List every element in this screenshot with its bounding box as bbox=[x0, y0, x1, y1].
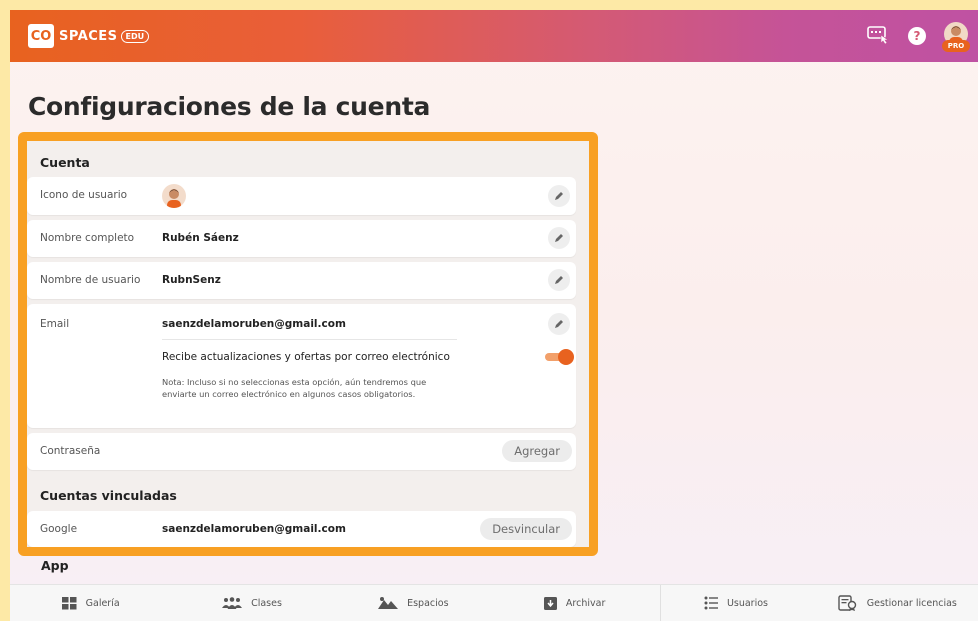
user-icon-row: Icono de usuario bbox=[27, 177, 576, 215]
full-name-label: Nombre completo bbox=[40, 232, 135, 244]
bottom-navigation: Galería Clases Espacios Archivar Usuario… bbox=[10, 584, 978, 621]
app-window: CO SPACES EDU ? PRO Configuraciones de l… bbox=[10, 10, 978, 621]
user-avatar[interactable]: PRO bbox=[942, 22, 970, 54]
manage-licenses-icon bbox=[838, 595, 856, 611]
note-line: enviarte un correo electrónico en alguno… bbox=[162, 389, 416, 399]
nav-manage-licenses-label: Gestionar licencias bbox=[866, 597, 957, 609]
nav-manage-licenses[interactable]: Gestionar licencias bbox=[817, 585, 978, 621]
cospaces-logo[interactable]: CO SPACES EDU bbox=[28, 24, 150, 48]
username-label: Nombre de usuario bbox=[40, 274, 141, 286]
email-value: saenzdelamoruben@gmail.com bbox=[162, 318, 346, 330]
username-value: RubnSenz bbox=[162, 274, 221, 286]
nav-spaces-label: Espacios bbox=[407, 597, 449, 609]
page-title: Configuraciones de la cuenta bbox=[28, 92, 431, 121]
logo-edu-badge: EDU bbox=[120, 29, 150, 43]
user-avatar-thumbnail bbox=[162, 184, 186, 208]
keyboard-shortcuts-icon[interactable] bbox=[867, 25, 889, 45]
nav-users[interactable]: Usuarios bbox=[655, 585, 816, 621]
logo-text: SPACES bbox=[59, 28, 118, 44]
nav-classes-label: Clases bbox=[251, 597, 282, 609]
unlink-google-button[interactable]: Desvincular bbox=[480, 518, 572, 540]
users-icon bbox=[704, 596, 718, 610]
full-name-row: Nombre completo Rubén Sáenz bbox=[27, 220, 576, 257]
password-label: Contraseña bbox=[40, 445, 101, 457]
username-row: Nombre de usuario RubnSenz bbox=[27, 262, 576, 299]
google-label: Google bbox=[40, 523, 78, 535]
help-icon[interactable]: ? bbox=[908, 27, 926, 45]
divider bbox=[162, 339, 457, 340]
newsletter-note: Nota: Incluso si no seleccionas esta opc… bbox=[162, 376, 462, 400]
nav-gallery[interactable]: Galería bbox=[10, 585, 171, 621]
user-icon-label: Icono de usuario bbox=[40, 189, 128, 201]
add-password-button[interactable]: Agregar bbox=[502, 440, 572, 462]
archive-icon bbox=[543, 596, 557, 610]
password-row: Contraseña Agregar bbox=[27, 433, 576, 470]
pencil-icon bbox=[555, 234, 563, 242]
classes-icon bbox=[222, 597, 243, 609]
pencil-icon bbox=[555, 276, 563, 284]
nav-classes[interactable]: Clases bbox=[171, 585, 332, 621]
google-email-value: saenzdelamoruben@gmail.com bbox=[162, 523, 346, 535]
app-section-title: App bbox=[41, 558, 69, 573]
edit-full-name-button[interactable] bbox=[548, 227, 570, 249]
nav-archive[interactable]: Archivar bbox=[494, 585, 655, 621]
note-line: Nota: Incluso si no seleccionas esta opc… bbox=[162, 377, 427, 387]
newsletter-toggle[interactable] bbox=[545, 349, 574, 365]
top-bar: CO SPACES EDU ? PRO bbox=[10, 10, 978, 62]
spaces-icon bbox=[378, 597, 399, 609]
nav-spaces[interactable]: Espacios bbox=[333, 585, 494, 621]
nav-archive-label: Archivar bbox=[565, 597, 606, 609]
google-account-row: Google saenzdelamoruben@gmail.com Desvin… bbox=[27, 511, 576, 547]
linked-accounts-title: Cuentas vinculadas bbox=[40, 488, 177, 503]
edit-email-button[interactable] bbox=[548, 313, 570, 335]
pro-badge: PRO bbox=[942, 40, 970, 52]
nav-gallery-label: Galería bbox=[85, 597, 120, 609]
logo-mark: CO bbox=[28, 24, 54, 48]
edit-user-icon-button[interactable] bbox=[548, 185, 570, 207]
pencil-icon bbox=[555, 320, 563, 328]
account-settings-card: Cuenta Icono de usuario Nombre completo … bbox=[27, 141, 589, 547]
email-label: Email bbox=[40, 318, 70, 330]
account-section-title: Cuenta bbox=[40, 155, 90, 170]
full-name-value: Rubén Sáenz bbox=[162, 232, 239, 244]
edit-username-button[interactable] bbox=[548, 269, 570, 291]
pencil-icon bbox=[555, 192, 563, 200]
email-row: Email saenzdelamoruben@gmail.com Recibe … bbox=[27, 304, 576, 428]
nav-users-label: Usuarios bbox=[726, 597, 768, 609]
nav-divider bbox=[660, 585, 661, 621]
toggle-knob bbox=[558, 349, 574, 365]
gallery-icon bbox=[61, 596, 77, 609]
newsletter-label: Recibe actualizaciones y ofertas por cor… bbox=[162, 351, 450, 363]
